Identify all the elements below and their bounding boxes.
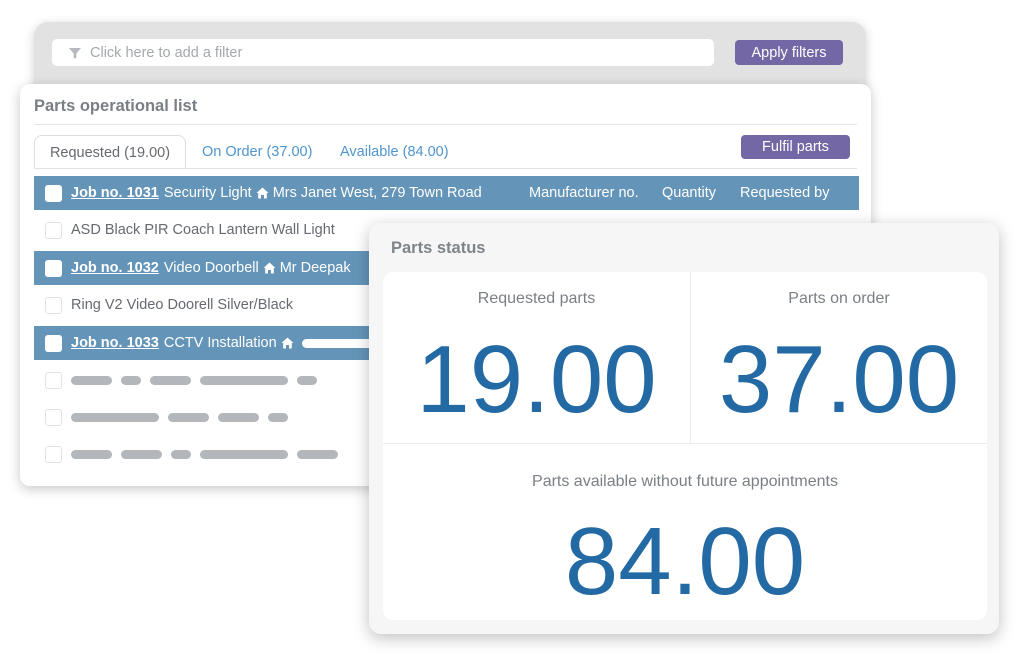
metric-value: 84.00: [564, 508, 806, 615]
metric-parts-available[interactable]: Parts available without future appointme…: [383, 444, 987, 620]
filter-input[interactable]: Click here to add a filter: [52, 39, 714, 66]
row-checkbox[interactable]: [45, 296, 62, 314]
skeleton-bar: [121, 449, 162, 459]
row-checkbox[interactable]: [45, 371, 62, 389]
skeleton-bar: [121, 375, 141, 385]
column-header-manufacturer-no[interactable]: Manufacturer no.: [529, 176, 639, 210]
job-number-link[interactable]: Job no. 1033: [71, 335, 159, 351]
job-address: Mr Deepak: [279, 260, 351, 276]
skeleton-bar: [200, 375, 288, 385]
apply-filters-button[interactable]: Apply filters: [735, 40, 843, 65]
tab-requested[interactable]: Requested (19.00): [34, 135, 186, 169]
metric-value: 19.00: [416, 326, 657, 433]
skeleton-bar: [71, 449, 112, 459]
tab-available[interactable]: Available (84.00): [340, 135, 449, 169]
skeleton-bar: [168, 412, 209, 422]
tab-on-order[interactable]: On Order (37.00): [202, 135, 312, 169]
skeleton-bar: [200, 449, 288, 459]
metric-value: 37.00: [718, 326, 960, 433]
job-number-link[interactable]: Job no. 1031: [71, 185, 159, 201]
part-name: Ring V2 Video Doorell Silver/Black: [71, 297, 294, 313]
job-address: Mrs Janet West, 279 Town Road: [272, 185, 482, 201]
divider: [34, 124, 857, 125]
skeleton-bar: [297, 449, 338, 459]
row-checkbox[interactable]: [45, 408, 62, 426]
fulfil-parts-button[interactable]: Fulfil parts: [741, 135, 850, 159]
column-header-quantity[interactable]: Quantity: [662, 176, 716, 210]
parts-status-panel: Parts status Requested parts 19.00 Parts…: [369, 223, 999, 634]
skeleton-bar: [218, 412, 259, 422]
home-icon: [281, 337, 294, 349]
skeleton-bar: [71, 412, 159, 422]
job-title: CCTV Installation: [163, 335, 277, 351]
row-checkbox[interactable]: [45, 184, 62, 202]
metric-label: Parts available without future appointme…: [532, 473, 838, 490]
skeleton-bar: [71, 375, 112, 385]
metric-requested-parts[interactable]: Requested parts 19.00: [383, 272, 691, 444]
panel-title: Parts operational list: [34, 97, 198, 115]
row-checkbox[interactable]: [45, 334, 62, 352]
metrics-grid: Requested parts 19.00 Parts on order 37.…: [383, 272, 987, 620]
job-title: Video Doorbell: [163, 260, 259, 276]
metric-label: Requested parts: [477, 290, 596, 307]
skeleton-bar: [297, 375, 317, 385]
tab-bar: Requested (19.00) On Order (37.00) Avail…: [34, 135, 857, 169]
part-name: ASD Black PIR Coach Lantern Wall Light: [71, 222, 335, 238]
row-checkbox[interactable]: [45, 445, 62, 463]
home-icon: [263, 262, 276, 274]
panel-title: Parts status: [391, 239, 486, 257]
skeleton-bar: [268, 412, 288, 422]
skeleton-bar: [150, 375, 191, 385]
row-checkbox[interactable]: [45, 259, 62, 277]
home-icon: [256, 187, 269, 199]
metric-label: Parts on order: [788, 290, 890, 307]
job-row: Job no. 1031 Security Light Mrs Janet We…: [34, 176, 859, 210]
column-header-requested-by[interactable]: Requested by: [740, 176, 829, 210]
filter-placeholder: Click here to add a filter: [90, 44, 243, 61]
job-title: Security Light: [163, 185, 252, 201]
skeleton-bar: [171, 449, 191, 459]
job-number-link[interactable]: Job no. 1032: [71, 260, 159, 276]
metric-parts-on-order[interactable]: Parts on order 37.00: [691, 272, 987, 444]
divider: [34, 168, 857, 169]
funnel-icon: [68, 46, 82, 60]
row-checkbox[interactable]: [45, 221, 62, 239]
